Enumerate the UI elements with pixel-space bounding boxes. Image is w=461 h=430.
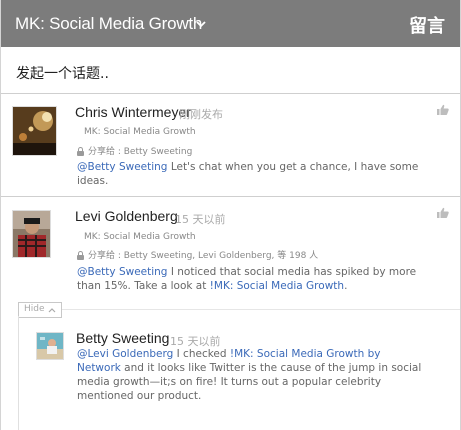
compose-placeholder[interactable]: 发起一个话题.. bbox=[16, 63, 109, 83]
comment-button[interactable]: 留言 bbox=[409, 12, 445, 38]
mention-link[interactable]: @Betty Sweeting bbox=[77, 266, 167, 278]
compose-box[interactable]: 发起一个话题.. bbox=[0, 47, 461, 94]
mention-link[interactable]: @Levi Goldenberg bbox=[77, 348, 173, 360]
replies-divider bbox=[62, 309, 461, 310]
hide-replies-button[interactable]: Hide bbox=[18, 302, 62, 318]
reply-text-end: and it looks like Twitter is the cause o… bbox=[77, 362, 422, 402]
post-time: 15 天以前 bbox=[175, 213, 226, 226]
thumbs-up-icon[interactable] bbox=[437, 104, 449, 116]
left-border bbox=[0, 0, 1, 430]
reply-author[interactable]: Betty Sweeting bbox=[76, 330, 169, 346]
post-body: @Betty Sweeting I noticed that social me… bbox=[77, 265, 422, 293]
post-text-end: . bbox=[344, 280, 348, 292]
avatar[interactable] bbox=[12, 210, 51, 258]
chevron-up-icon bbox=[48, 308, 56, 313]
chevron-down-icon[interactable] bbox=[195, 18, 207, 30]
post-group[interactable]: MK: Social Media Growth bbox=[84, 127, 196, 137]
shared-text: 分享给 : Betty Sweeting, Levi Goldenberg, 等… bbox=[88, 251, 319, 261]
app-header: MK: Social Media Growth 留言 bbox=[0, 0, 461, 47]
reply-thread-line bbox=[18, 316, 19, 430]
post-time: 刚刚发布 bbox=[179, 108, 223, 121]
avatar[interactable] bbox=[12, 106, 57, 156]
post-shared-with: 分享给 : Betty Sweeting, Levi Goldenberg, 等… bbox=[77, 248, 318, 261]
lock-icon bbox=[77, 251, 84, 260]
post-group[interactable]: MK: Social Media Growth bbox=[84, 232, 196, 242]
reply-body: @Levi Goldenberg I checked !MK: Social M… bbox=[77, 347, 427, 403]
reply-text: I checked bbox=[173, 348, 230, 360]
lock-icon bbox=[77, 147, 84, 156]
post-divider bbox=[0, 196, 461, 197]
post-author[interactable]: Chris Wintermeyer bbox=[75, 104, 191, 120]
post-shared-with: 分享给 : Betty Sweeting bbox=[77, 144, 192, 157]
thumbs-up-icon[interactable] bbox=[437, 207, 449, 219]
group-title[interactable]: MK: Social Media Growth bbox=[15, 14, 202, 34]
group-link[interactable]: !MK: Social Media Growth bbox=[210, 280, 344, 292]
hide-label: Hide bbox=[24, 304, 45, 314]
post-author[interactable]: Levi Goldenberg bbox=[75, 208, 178, 224]
mention-link[interactable]: @Betty Sweeting bbox=[77, 161, 167, 173]
shared-text: 分享给 : Betty Sweeting bbox=[88, 147, 193, 157]
avatar[interactable] bbox=[36, 332, 64, 360]
post-body: @Betty Sweeting Let's chat when you get … bbox=[77, 160, 447, 188]
